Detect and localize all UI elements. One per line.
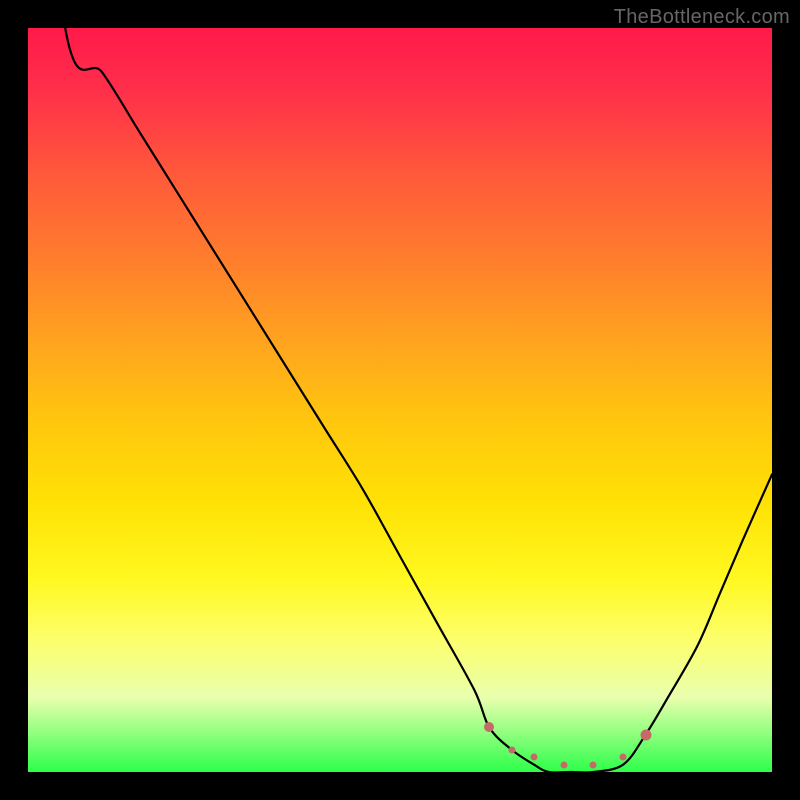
marker-dot	[590, 761, 597, 768]
chart-container: TheBottleneck.com	[0, 0, 800, 800]
plot-area	[28, 28, 772, 772]
marker-dot	[530, 754, 537, 761]
marker-dot	[560, 761, 567, 768]
recommended-markers	[28, 28, 772, 772]
marker-dot	[484, 722, 494, 732]
marker-dot	[640, 729, 651, 740]
watermark-text: TheBottleneck.com	[614, 6, 790, 29]
marker-dot	[508, 746, 515, 753]
marker-dot	[620, 754, 627, 761]
